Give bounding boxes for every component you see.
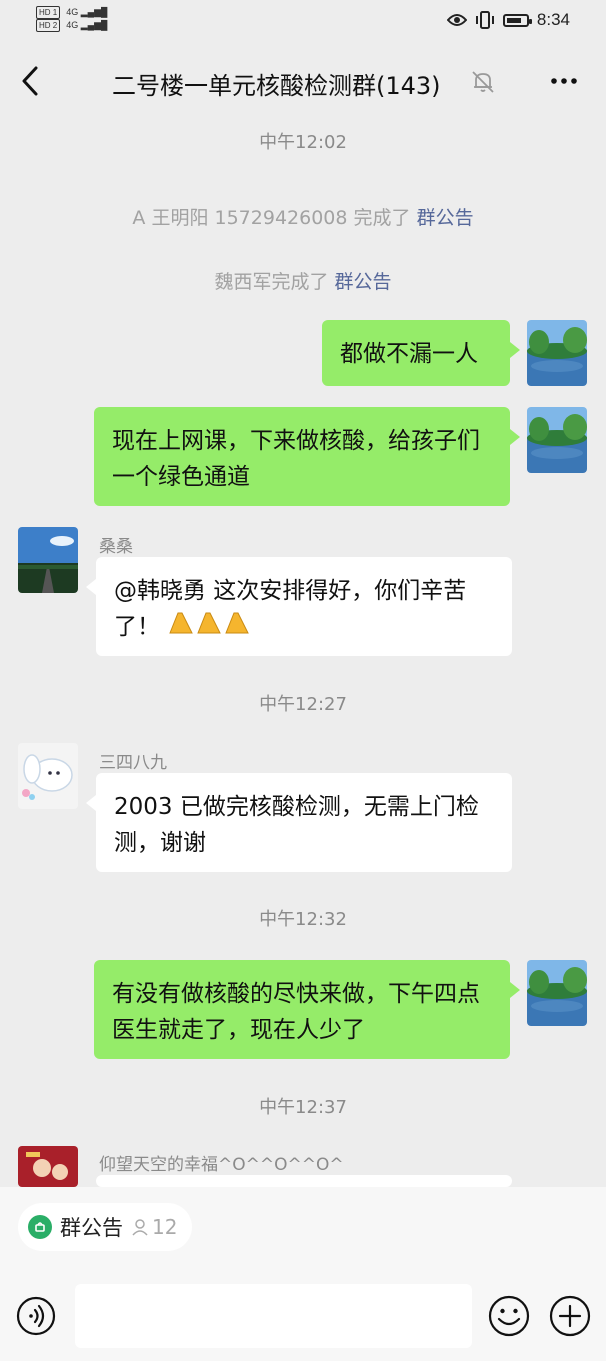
timestamp: 中午12:27 [259, 694, 347, 715]
message-input[interactable] [75, 1284, 472, 1348]
plus-icon[interactable] [549, 1295, 591, 1337]
sender-avatar[interactable] [18, 1146, 78, 1187]
clock: 8:34 [536, 10, 570, 29]
landscape-avatar-image [527, 960, 587, 1026]
vibrate-icon [475, 11, 494, 29]
bottom-panel: 群公告 12 [0, 1187, 606, 1361]
sender-avatar[interactable] [18, 743, 78, 809]
chat-header: 二号楼一单元核酸检测群(143) [0, 44, 606, 118]
battery-icon [502, 13, 532, 27]
landscape-avatar-image [527, 407, 587, 473]
person-icon [132, 1219, 148, 1236]
other-message-bubble[interactable]: @韩晓勇 这次安排得好，你们辛苦了！ [86, 557, 512, 656]
status-right: 8:34 [446, 10, 570, 30]
message-text: @韩晓勇 这次安排得好，你们辛苦了！ [114, 578, 467, 640]
hd1-badge: HD 1 [36, 6, 61, 19]
hd2-badge: HD 2 [36, 19, 61, 32]
other-message-bubble[interactable] [86, 1175, 512, 1213]
bunny-avatar-image [18, 743, 78, 809]
network-indicators: HD 1 4G ▂▄▆█ HD 2 4G ▂▄▆█ [36, 6, 107, 32]
notice-label: 群公告 [60, 1216, 123, 1240]
more-dots-icon[interactable] [547, 64, 581, 98]
my-avatar[interactable] [527, 320, 587, 386]
system-notice: 魏西军完成了 群公告 [0, 267, 606, 294]
timestamp: 中午12:37 [259, 1097, 347, 1118]
notice-count-value: 12 [152, 1215, 178, 1239]
status-bar: HD 1 4G ▂▄▆█ HD 2 4G ▂▄▆█ 8:34 [0, 0, 606, 44]
group-notice-link[interactable]: 群公告 [335, 271, 392, 293]
network-type-1: 4G [66, 7, 79, 17]
sender-name: 三四八九 [99, 753, 167, 773]
signal-icon: ▂▄▆█ [80, 7, 108, 17]
other-message-bubble[interactable]: 2003 已做完核酸检测，无需上门检测，谢谢 [86, 773, 512, 872]
road-avatar-image [18, 527, 78, 593]
landscape-avatar-image [527, 320, 587, 386]
praying-hands-emoji-icon [168, 609, 252, 646]
system-notice: A 王明阳 15729426008 完成了 群公告 [0, 203, 606, 230]
sender-name: 桑桑 [99, 537, 133, 557]
emoji-icon[interactable] [488, 1295, 530, 1337]
notice-icon [28, 1215, 52, 1239]
my-message-bubble[interactable]: 都做不漏一人 [322, 320, 520, 386]
network-type-2: 4G [66, 20, 79, 30]
new-year-avatar-image [18, 1146, 78, 1187]
chat-title: 二号楼一单元核酸检测群(143) [112, 72, 441, 100]
notice-count: 12 [131, 1215, 177, 1239]
timestamp: 中午12:32 [259, 909, 347, 930]
my-avatar[interactable] [527, 960, 587, 1026]
voice-icon[interactable] [16, 1296, 56, 1336]
group-notice-link[interactable]: 群公告 [417, 207, 474, 229]
system-notice-text: 魏西军完成了 [214, 271, 335, 293]
sender-name: 仰望天空的幸福^O^^O^^O^ [99, 1155, 344, 1175]
timestamp: 中午12:02 [259, 132, 347, 153]
eye-icon [446, 14, 467, 26]
my-message-bubble[interactable]: 现在上网课，下来做核酸，给孩子们一个绿色通道 [94, 407, 520, 506]
my-avatar[interactable] [527, 407, 587, 473]
sender-avatar[interactable] [18, 527, 78, 593]
my-message-bubble[interactable]: 有没有做核酸的尽快来做，下午四点医生就走了，现在人少了 [94, 960, 520, 1059]
system-notice-text: A 王明阳 15729426008 完成了 [132, 207, 417, 229]
group-notice-chip[interactable]: 群公告 12 [18, 1203, 192, 1251]
mute-bell-icon [472, 71, 494, 93]
back-arrow-icon[interactable] [18, 64, 46, 98]
signal-icon: ▂▄▆█ [80, 20, 108, 30]
